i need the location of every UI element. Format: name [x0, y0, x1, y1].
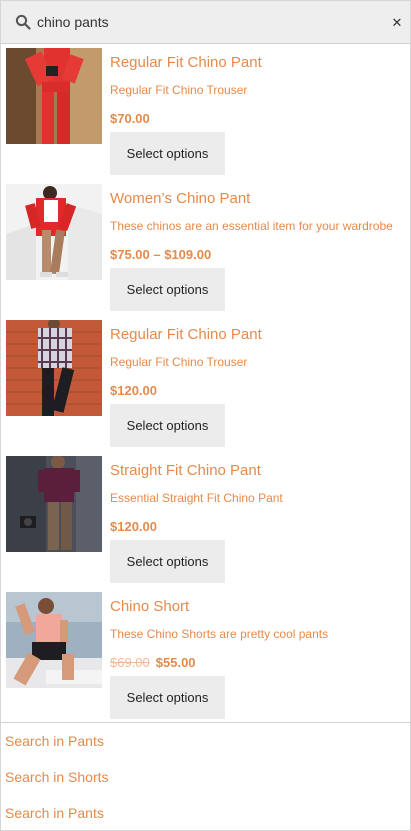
product-price: $69.00 $55.00	[110, 655, 196, 670]
product-thumbnail[interactable]	[6, 48, 102, 144]
select-options-button[interactable]: Select options	[110, 676, 225, 719]
product-thumbnail[interactable]	[6, 320, 102, 416]
product-title[interactable]: Regular Fit Chino Pant	[110, 54, 262, 71]
product-price: $120.00	[110, 383, 157, 398]
product-title[interactable]: Straight Fit Chino Pant	[110, 462, 261, 479]
product-result[interactable]: Chino Short These Chino Shorts are prett…	[1, 588, 410, 724]
product-description: These Chino Shorts are pretty cool pants	[110, 627, 329, 641]
product-thumbnail[interactable]	[6, 184, 102, 280]
product-price-original: $69.00	[110, 655, 150, 670]
product-price: $70.00	[110, 111, 150, 126]
select-options-button[interactable]: Select options	[110, 132, 225, 175]
product-result[interactable]: Women’s Chino Pant These chinos are an e…	[1, 180, 410, 316]
close-icon[interactable]: ✕	[390, 16, 404, 30]
category-link-pants[interactable]: Search in Pants	[1, 723, 410, 759]
category-link-pants[interactable]: Search in Pants	[1, 795, 410, 830]
category-suggestions: Search in Pants Search in Shorts Search …	[1, 723, 410, 830]
search-icon[interactable]	[15, 14, 31, 30]
product-price-current: $75.00 – $109.00	[110, 247, 212, 262]
product-price-current: $120.00	[110, 519, 157, 534]
product-result[interactable]: Regular Fit Chino Pant Regular Fit Chino…	[1, 316, 410, 452]
product-price-current: $120.00	[110, 383, 157, 398]
product-result[interactable]: Regular Fit Chino Pant Regular Fit Chino…	[1, 44, 410, 180]
search-results: Regular Fit Chino Pant Regular Fit Chino…	[1, 44, 410, 724]
product-description: Regular Fit Chino Trouser	[110, 355, 248, 369]
product-title[interactable]: Chino Short	[110, 598, 189, 615]
search-input[interactable]	[37, 11, 377, 33]
select-options-button[interactable]: Select options	[110, 268, 225, 311]
product-thumbnail[interactable]	[6, 456, 102, 552]
product-price: $75.00 – $109.00	[110, 247, 211, 262]
product-description: Regular Fit Chino Trouser	[110, 83, 248, 97]
select-options-button[interactable]: Select options	[110, 540, 225, 583]
product-price-current: $70.00	[110, 111, 150, 126]
product-result[interactable]: Straight Fit Chino Pant Essential Straig…	[1, 452, 410, 588]
live-search-dropdown: ✕ Regular Fit Chino Pant Reg	[0, 0, 411, 831]
product-price-current: $55.00	[155, 655, 196, 670]
product-thumbnail[interactable]	[6, 592, 102, 688]
product-title[interactable]: Women’s Chino Pant	[110, 190, 250, 207]
search-bar: ✕	[1, 1, 410, 44]
product-title[interactable]: Regular Fit Chino Pant	[110, 326, 262, 343]
product-description: Essential Straight Fit Chino Pant	[110, 491, 283, 505]
select-options-button[interactable]: Select options	[110, 404, 225, 447]
product-price: $120.00	[110, 519, 157, 534]
product-description: These chinos are an essential item for y…	[110, 219, 393, 233]
category-link-shorts[interactable]: Search in Shorts	[1, 759, 410, 795]
